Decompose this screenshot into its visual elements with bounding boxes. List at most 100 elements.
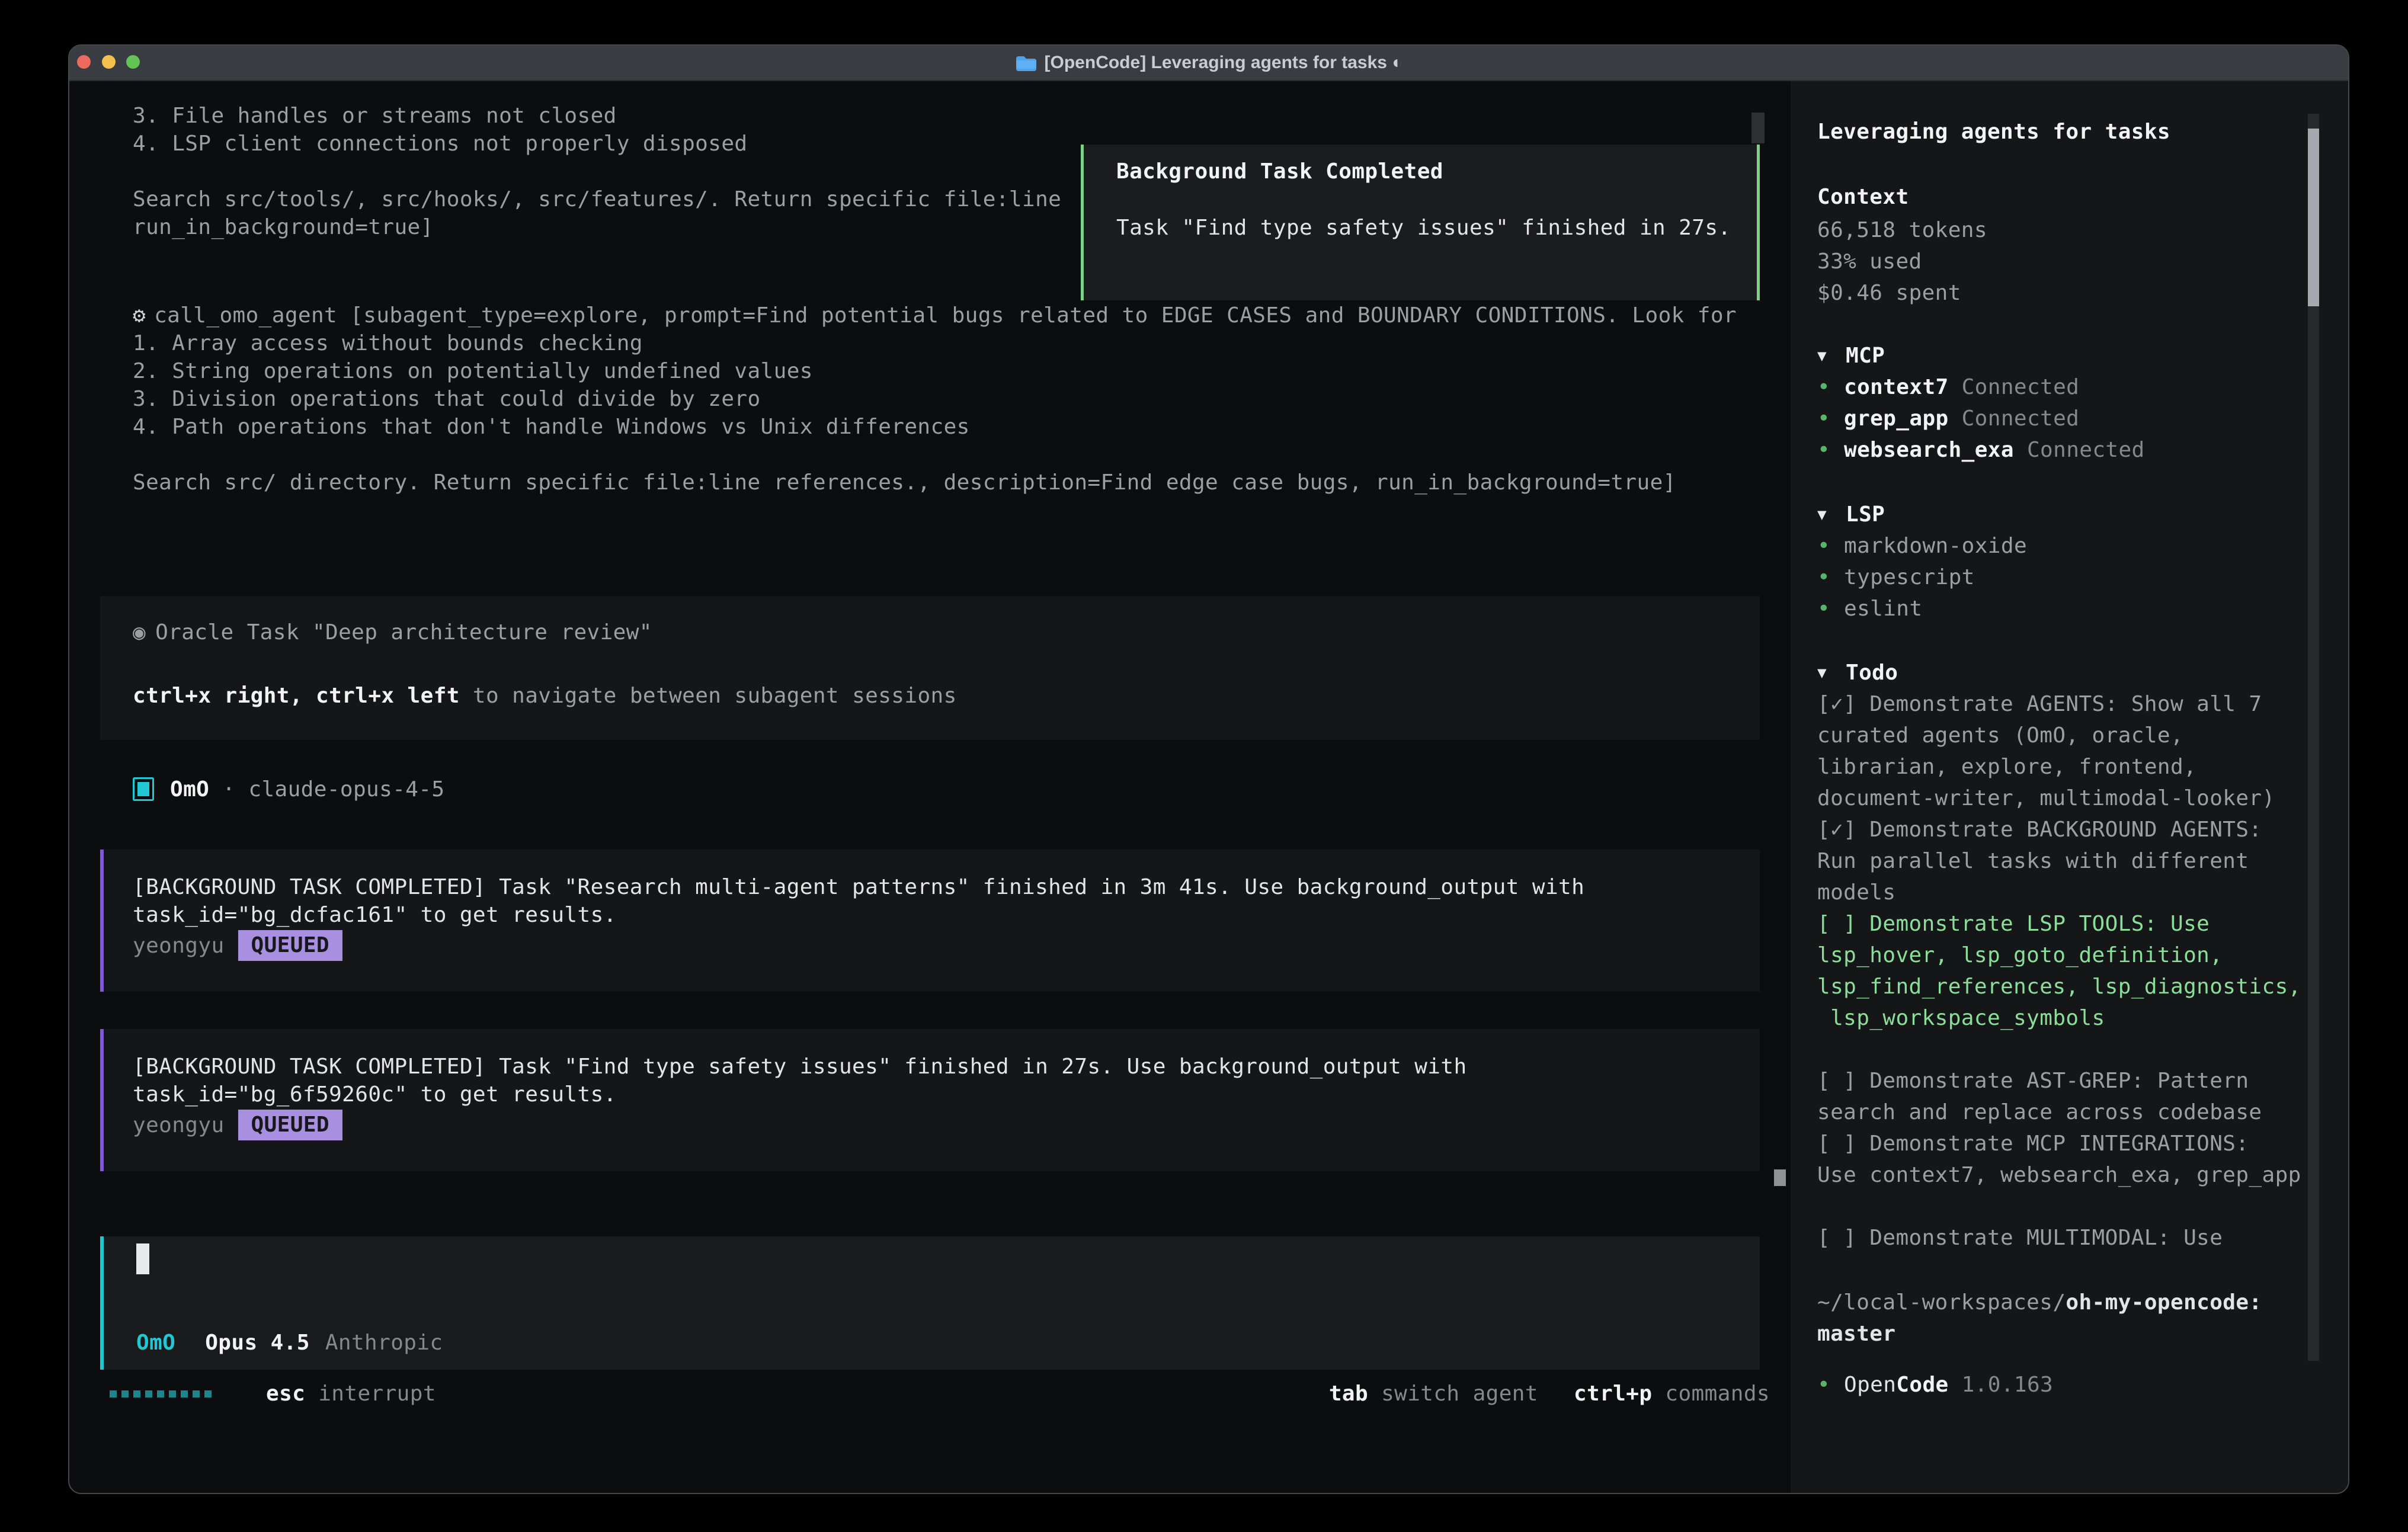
background-task-text: [BACKGROUND TASK COMPLETED] Task "Find t… [133, 1053, 1467, 1108]
oracle-hint-keys: ctrl+x right, ctrl+x left [133, 682, 460, 710]
esc-key-hint: esc [266, 1380, 305, 1408]
app-name: Open [1844, 1369, 1896, 1400]
green-dot-icon: • [1817, 403, 1844, 434]
toast-body: Task "Find type safety issues" finished … [1116, 214, 1731, 242]
mcp-heading: MCP [1846, 340, 1885, 371]
background-task-toast: Background Task Completed Task "Find typ… [1081, 145, 1760, 300]
oracle-task-panel: ◉ Oracle Task "Deep architecture review"… [100, 596, 1760, 740]
agent-header-line: OmO · claude-opus-4-5 [133, 775, 445, 803]
workspace-path: ~/local-workspaces/ oh-my-opencode: [1817, 1287, 2262, 1318]
omo-agent-icon [133, 777, 154, 801]
gear-icon: ⚙ [133, 302, 146, 329]
app-version: 1.0.163 [1962, 1369, 2054, 1400]
green-dot-icon: • [1817, 1369, 1844, 1400]
lsp-item: • eslint [1817, 593, 1922, 624]
git-branch: master [1817, 1318, 1895, 1350]
window-content: 3. File handles or streams not closed 4.… [69, 81, 2348, 1494]
esc-key-label: interrupt [318, 1380, 436, 1408]
tool-call-line: ⚙ call_omo_agent [subagent_type=explore,… [133, 302, 1737, 329]
close-button[interactable] [77, 55, 91, 69]
mcp-item-status: Connected [1962, 371, 2080, 403]
opencode-terminal-window: [OpenCode] Leveraging agents for tasks ◐… [68, 44, 2349, 1494]
mcp-item-status: Connected [2027, 434, 2145, 466]
mcp-item: • context7 Connected [1817, 371, 2079, 403]
session-title: Leveraging agents for tasks [1817, 118, 2170, 146]
oracle-task-title: Oracle Task "Deep architecture review" [155, 618, 652, 646]
context-tokens: 66,518 tokens [1817, 214, 1987, 246]
green-dot-icon: • [1817, 562, 1844, 593]
spinner-dots-icon [110, 1390, 212, 1398]
tab-key-hint: tab [1329, 1380, 1368, 1408]
record-circle-icon: ◉ [133, 618, 146, 646]
context-used: 33% used [1817, 246, 1922, 277]
workspace-path-repo: oh-my-opencode: [2066, 1287, 2262, 1318]
todo-active-item: [ ] Demonstrate LSP TOOLS: Use lsp_hover… [1817, 908, 2301, 1034]
main-scrollbar-thumb[interactable] [1774, 1169, 1786, 1186]
green-dot-icon: • [1817, 593, 1844, 624]
chevron-down-icon: ▼ [1817, 664, 1846, 682]
mcp-item-name: grep_app [1844, 403, 1949, 434]
mcp-item-name: context7 [1844, 371, 1949, 403]
lsp-item: • typescript [1817, 562, 1975, 593]
screenshot-stage: [OpenCode] Leveraging agents for tasks ◐… [0, 0, 2408, 1532]
context-heading: Context [1817, 183, 1909, 211]
mcp-item-name: websearch_exa [1844, 434, 2014, 466]
minimize-button[interactable] [102, 55, 116, 69]
ctrlp-key-label: commands [1665, 1380, 1770, 1408]
todo-pending-items: [ ] Demonstrate MULTIMODAL: Use [1817, 1222, 2223, 1254]
sidebar-scrollbar-thumb[interactable] [2308, 129, 2319, 306]
lsp-heading: LSP [1846, 499, 1885, 530]
mcp-item-status: Connected [1962, 403, 2080, 434]
tool-call-text: call_omo_agent [subagent_type=explore, p… [154, 302, 1737, 329]
input-provider-label: Anthropic [325, 1329, 443, 1357]
chevron-down-icon: ▼ [1817, 347, 1846, 365]
ctrlp-key-hint: ctrl+p [1574, 1380, 1652, 1408]
scrollback-text: 3. File handles or streams not closed 4.… [133, 102, 1061, 241]
zoom-button[interactable] [126, 55, 140, 69]
mcp-item: • grep_app Connected [1817, 403, 2079, 434]
tab-key-label: switch agent [1381, 1380, 1538, 1408]
green-dot-icon: • [1817, 434, 1844, 466]
input-model-label: Opus 4.5 [205, 1329, 310, 1357]
app-name-bold: Code [1896, 1369, 1948, 1400]
task-user: yeongyu [133, 1111, 225, 1139]
agent-name: OmO [170, 775, 209, 803]
background-task-text: [BACKGROUND TASK COMPLETED] Task "Resear… [133, 873, 1584, 929]
task-user: yeongyu [133, 932, 225, 960]
chevron-down-icon: ▼ [1817, 506, 1846, 524]
status-badge: QUEUED [238, 1110, 342, 1140]
window-titlebar: [OpenCode] Leveraging agents for tasks ◐ [69, 46, 2348, 81]
lsp-item: • markdown-oxide [1817, 530, 2027, 562]
lsp-item-name: markdown-oxide [1844, 530, 2027, 562]
main-scrollbar-thumb[interactable] [1751, 113, 1765, 143]
mcp-item: • websearch_exa Connected [1817, 434, 2145, 466]
status-bar: esc interrupt tab switch agent ctrl+p co… [110, 1380, 1770, 1408]
oracle-hint-text: to navigate between subagent sessions [460, 682, 957, 710]
status-badge: QUEUED [238, 930, 342, 961]
todo-pending-items: [ ] Demonstrate AST-GREP: Pattern search… [1817, 1065, 2301, 1191]
text-cursor [136, 1243, 149, 1274]
version-line: • Open Code 1.0.163 [1817, 1369, 2053, 1400]
prompt-input[interactable]: OmO Opus 4.5 Anthropic [100, 1236, 1760, 1370]
workspace-path-prefix: ~/local-workspaces/ [1817, 1287, 2066, 1318]
mcp-section-header[interactable]: ▼ MCP [1817, 340, 1885, 371]
window-title: [OpenCode] Leveraging agents for tasks ◐ [1045, 53, 1403, 73]
background-task-message: [BACKGROUND TASK COMPLETED] Task "Find t… [100, 1029, 1760, 1171]
lsp-item-name: typescript [1844, 562, 1975, 593]
conversation-pane: 3. File handles or streams not closed 4.… [69, 81, 1791, 1494]
lsp-section-header[interactable]: ▼ LSP [1817, 499, 1885, 530]
todo-section-header[interactable]: ▼ Todo [1817, 657, 1898, 688]
toast-title: Background Task Completed [1116, 158, 1443, 185]
lsp-item-name: eslint [1844, 593, 1922, 624]
agent-model: · claude-opus-4-5 [222, 775, 444, 803]
folder-icon [1015, 55, 1036, 71]
context-spent: $0.46 spent [1817, 277, 1961, 309]
tool-call-detail: 1. Array access without bounds checking … [133, 329, 1676, 496]
input-agent-label: OmO [136, 1329, 175, 1357]
session-sidebar: Leveraging agents for tasks Context 66,5… [1791, 81, 2348, 1494]
todo-heading: Todo [1846, 657, 1898, 688]
background-task-message: [BACKGROUND TASK COMPLETED] Task "Resear… [100, 850, 1760, 992]
green-dot-icon: • [1817, 530, 1844, 562]
todo-done-items: [✓] Demonstrate AGENTS: Show all 7 curat… [1817, 688, 2275, 908]
green-dot-icon: • [1817, 371, 1844, 403]
